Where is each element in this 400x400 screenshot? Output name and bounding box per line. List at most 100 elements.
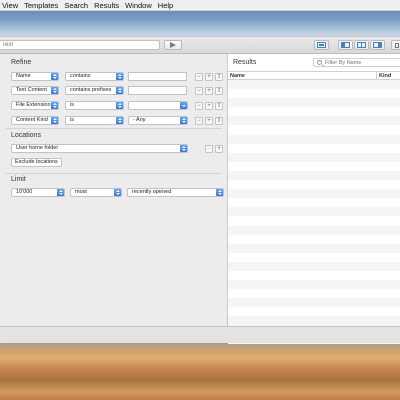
layout-right-button[interactable] <box>370 40 385 50</box>
criteria-attribute-popup[interactable]: File Extension <box>11 101 59 110</box>
remove-location-button[interactable]: − <box>205 145 213 153</box>
table-row[interactable] <box>228 243 400 253</box>
menu-window[interactable]: Window <box>123 1 156 10</box>
start-search-button[interactable] <box>164 40 182 50</box>
menu-search[interactable]: Search <box>62 1 92 10</box>
table-row[interactable] <box>228 170 400 181</box>
table-row[interactable] <box>228 89 400 99</box>
results-pane: Results Name Kind <box>228 54 400 344</box>
limit-criterion-value: recently opened <box>132 189 172 195</box>
layout-left-button[interactable] <box>338 40 353 50</box>
table-row[interactable] <box>228 107 400 117</box>
popup-arrows-icon <box>51 117 58 124</box>
criteria-attribute-popup[interactable]: Content Kind <box>11 116 59 125</box>
table-row[interactable] <box>228 125 400 135</box>
popup-arrows-icon <box>116 87 123 94</box>
criteria-attribute-popup[interactable]: Text Content <box>11 86 59 95</box>
menu-help[interactable]: Help <box>156 1 177 10</box>
menu-view[interactable]: View <box>0 1 22 10</box>
share-icon <box>395 42 399 48</box>
criteria-value-field[interactable] <box>128 86 187 95</box>
table-row[interactable] <box>228 198 400 208</box>
table-row[interactable] <box>228 116 400 126</box>
results-filter-field[interactable] <box>313 58 400 67</box>
search-icon <box>317 60 322 65</box>
criteria-operator-popup[interactable]: is <box>65 116 124 125</box>
table-row[interactable] <box>228 161 400 171</box>
criteria-options-button[interactable]: ⇧ <box>215 87 223 95</box>
location-popup[interactable]: User home folder <box>11 144 188 153</box>
criteria-operator-popup[interactable]: is <box>65 101 124 110</box>
layout-split-button[interactable] <box>354 40 369 50</box>
criteria-value-popup[interactable] <box>128 101 188 110</box>
layout-left-icon <box>341 42 350 48</box>
table-row[interactable] <box>228 234 400 244</box>
table-row[interactable] <box>228 261 400 271</box>
remove-criteria-button[interactable]: − <box>195 117 203 125</box>
column-divider[interactable] <box>376 72 377 80</box>
table-row[interactable] <box>228 189 400 199</box>
table-row[interactable] <box>228 252 400 262</box>
table-row[interactable] <box>228 280 400 290</box>
criteria-value-input[interactable] <box>129 87 186 94</box>
results-filter-input[interactable] <box>314 59 400 66</box>
criteria-value-field[interactable] <box>128 72 187 81</box>
popup-arrows-icon <box>116 117 123 124</box>
table-row[interactable] <box>228 207 400 217</box>
criteria-value-text: - Any <box>133 117 146 123</box>
remove-criteria-button[interactable]: − <box>195 102 203 110</box>
criteria-options-button[interactable]: ⇧ <box>215 117 223 125</box>
table-row[interactable] <box>228 298 400 308</box>
add-criteria-button[interactable]: + <box>205 73 213 81</box>
layout-split-icon <box>357 42 366 48</box>
table-row[interactable] <box>228 134 400 144</box>
limit-count-popup[interactable]: 10'000 <box>11 188 65 197</box>
toggle-sidebar-button[interactable] <box>314 40 329 50</box>
share-button[interactable] <box>391 40 400 50</box>
search-text-input[interactable] <box>0 41 159 49</box>
add-criteria-button[interactable]: + <box>205 102 213 110</box>
menu-templates[interactable]: Templates <box>22 1 62 10</box>
menu-results[interactable]: Results <box>92 1 123 10</box>
table-row[interactable] <box>228 152 400 162</box>
chevron-down-icon <box>180 102 187 109</box>
table-row[interactable] <box>228 289 400 299</box>
criteria-attribute-value: Text Content <box>16 87 47 93</box>
add-criteria-button[interactable]: + <box>205 87 213 95</box>
criteria-value-popup[interactable]: - Any <box>128 116 188 125</box>
app-window: Refine Name contains − + ⇧ Text Content … <box>0 36 400 344</box>
criteria-options-button[interactable]: ⇧ <box>215 102 223 110</box>
criteria-options-button[interactable]: ⇧ <box>215 73 223 81</box>
remove-criteria-button[interactable]: − <box>195 73 203 81</box>
popup-arrows-icon <box>180 145 187 152</box>
add-criteria-button[interactable]: + <box>205 117 213 125</box>
criteria-operator-popup[interactable]: contains <box>65 72 124 81</box>
table-row[interactable] <box>228 98 400 108</box>
results-table-body[interactable] <box>228 80 400 344</box>
limit-count-value: 10'000 <box>16 189 33 195</box>
layout-right-icon <box>373 42 382 48</box>
column-header-name[interactable]: Name <box>230 73 245 79</box>
search-text-field[interactable] <box>0 40 160 50</box>
limit-order-popup[interactable]: most <box>70 188 122 197</box>
criteria-operator-popup[interactable]: contains prefixes <box>65 86 124 95</box>
table-row[interactable] <box>228 307 400 317</box>
criteria-value-input[interactable] <box>129 73 186 80</box>
table-row[interactable] <box>228 316 400 326</box>
criteria-attribute-popup[interactable]: Name <box>11 72 59 81</box>
popup-arrows-icon <box>116 73 123 80</box>
column-header-kind[interactable]: Kind <box>379 73 391 79</box>
table-row[interactable] <box>228 270 400 281</box>
exclude-locations-button[interactable]: Exclude locations <box>11 158 62 167</box>
table-row[interactable] <box>228 225 400 235</box>
remove-criteria-button[interactable]: − <box>195 87 203 95</box>
table-row[interactable] <box>228 80 400 90</box>
play-icon <box>170 42 176 48</box>
table-row[interactable] <box>228 143 400 153</box>
limit-criterion-popup[interactable]: recently opened <box>127 188 224 197</box>
table-row[interactable] <box>228 180 400 190</box>
locations-title: Locations <box>11 132 41 139</box>
criteria-operator-value: is <box>70 117 74 123</box>
add-location-button[interactable]: + <box>215 145 223 153</box>
table-row[interactable] <box>228 216 400 226</box>
